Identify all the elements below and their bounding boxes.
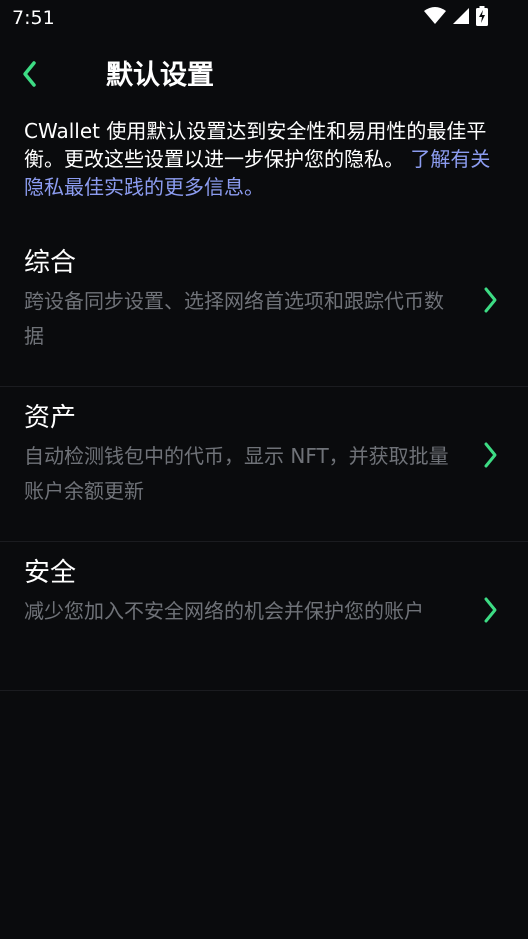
chevron-right-icon: [480, 596, 500, 624]
settings-item-general[interactable]: 综合 跨设备同步设置、选择网络首选项和跟踪代币数据: [0, 232, 528, 387]
settings-item-assets[interactable]: 资产 自动检测钱包中的代币，显示 NFT，并获取批量账户余额更新: [0, 387, 528, 542]
wifi-icon: [424, 7, 446, 29]
settings-list: 综合 跨设备同步设置、选择网络首选项和跟踪代币数据 资产 自动检测钱包中的代币，…: [0, 232, 528, 691]
status-bar: 7:51: [0, 0, 528, 36]
page-title: 默认设置: [106, 60, 214, 91]
status-time: 7:51: [12, 7, 55, 29]
chevron-right-icon: [480, 441, 500, 469]
back-button[interactable]: [12, 58, 48, 94]
settings-item-description: 跨设备同步设置、选择网络首选项和跟踪代币数据: [24, 289, 444, 348]
chevron-left-icon: [20, 60, 40, 92]
chevron-right-icon: [480, 286, 500, 314]
settings-item-security[interactable]: 安全 减少您加入不安全网络的机会并保护您的账户: [0, 542, 528, 691]
intro-text: CWallet 使用默认设置达到安全性和易用性的最佳平衡。更改这些设置以进一步保…: [24, 117, 506, 201]
settings-item-title: 资产: [24, 403, 77, 433]
settings-item-title: 综合: [24, 248, 77, 278]
signal-icon: [452, 7, 470, 29]
settings-item-title: 安全: [24, 558, 77, 588]
header: 默认设置: [0, 50, 528, 102]
battery-charging-icon: [476, 6, 488, 30]
status-icons: [424, 6, 488, 30]
settings-item-description: 自动检测钱包中的代币，显示 NFT，并获取批量账户余额更新: [24, 444, 449, 503]
settings-item-description: 减少您加入不安全网络的机会并保护您的账户: [24, 599, 424, 623]
